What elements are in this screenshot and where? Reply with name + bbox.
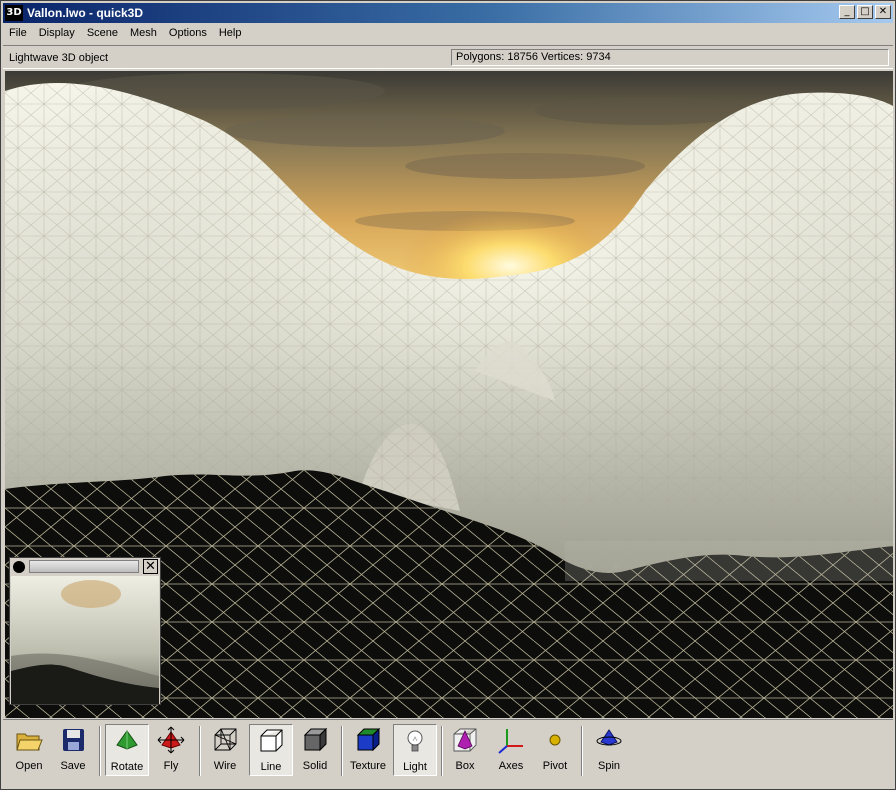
pivot-label: Pivot [542, 760, 568, 772]
object-type-label: Lightwave 3D object [9, 52, 109, 64]
mist-band [565, 541, 893, 581]
spin-button[interactable]: Spin [589, 724, 629, 776]
save-button[interactable]: Save [53, 724, 93, 776]
overview-close-icon: ✕ [145, 559, 156, 574]
light-label: Light [403, 761, 427, 773]
app-window: 3D Vallon.lwo - quick3D _ □ ✕ File Displ… [0, 0, 896, 790]
texture-cube-icon [354, 726, 382, 754]
axes-label: Axes [498, 760, 524, 772]
mesh-stats-text: Polygons: 18756 Vertices: 9734 [456, 51, 611, 63]
3d-viewport[interactable]: ✕ [5, 71, 893, 718]
box-button[interactable]: Box [445, 724, 485, 776]
fly-arrows-icon [157, 726, 185, 754]
title-bar[interactable]: 3D Vallon.lwo - quick3D _ □ ✕ [3, 3, 893, 23]
menu-help[interactable]: Help [213, 27, 248, 39]
light-bulb-icon [401, 727, 429, 755]
menu-mesh[interactable]: Mesh [124, 27, 163, 39]
maximize-button[interactable]: □ [857, 5, 873, 19]
open-button[interactable]: Open [9, 724, 49, 776]
toolbar-separator [581, 726, 583, 776]
bounding-box-icon [451, 726, 479, 754]
overview-titlebar[interactable]: ✕ [10, 558, 160, 575]
minimize-icon: _ [844, 6, 850, 17]
overview-close-button[interactable]: ✕ [143, 559, 158, 574]
menu-file[interactable]: File [3, 27, 33, 39]
fly-label: Fly [163, 760, 179, 772]
minimize-button[interactable]: _ [839, 5, 855, 19]
rotate-arrows-icon [113, 727, 141, 755]
menu-display[interactable]: Display [33, 27, 81, 39]
line-cube-icon [257, 727, 285, 755]
window-controls: _ □ ✕ [837, 5, 891, 19]
texture-button[interactable]: Texture [345, 724, 391, 776]
folder-open-icon [15, 726, 43, 754]
app-logo-icon: 3D [5, 5, 23, 21]
pivot-point-icon [541, 726, 569, 754]
solid-button[interactable]: Solid [295, 724, 335, 776]
mesh-stats-panel: Polygons: 18756 Vertices: 9734 [451, 49, 889, 66]
menu-scene[interactable]: Scene [81, 27, 124, 39]
open-label: Open [15, 760, 43, 772]
solid-cube-icon [301, 726, 329, 754]
line-button[interactable]: Line [249, 724, 293, 776]
overview-slider[interactable] [29, 560, 139, 573]
fly-button[interactable]: Fly [151, 724, 191, 776]
main-toolbar: Open Save Rotate Fly Wire Line Solid Tex… [3, 719, 893, 787]
wire-label: Wire [213, 760, 237, 772]
spin-icon [595, 726, 623, 754]
close-button[interactable]: ✕ [875, 5, 891, 19]
solid-label: Solid [302, 760, 328, 772]
save-label: Save [60, 760, 86, 772]
menu-bar: File Display Scene Mesh Options Help [3, 24, 893, 42]
toolbar-separator [99, 726, 101, 776]
light-button[interactable]: Light [393, 724, 437, 776]
close-icon: ✕ [878, 6, 888, 17]
overview-render [11, 576, 159, 704]
wireframe-cube-icon [211, 726, 239, 754]
texture-label: Texture [349, 760, 387, 772]
toolbar-separator [341, 726, 343, 776]
axes-button[interactable]: Axes [491, 724, 531, 776]
maximize-icon: □ [860, 6, 870, 17]
box-label: Box [455, 760, 475, 772]
window-title: Vallon.lwo - quick3D [27, 6, 144, 20]
floppy-disk-icon [59, 726, 87, 754]
rotate-button[interactable]: Rotate [105, 724, 149, 776]
overview-window[interactable]: ✕ [9, 557, 161, 705]
axes-icon [497, 726, 525, 754]
toolbar-separator [441, 726, 443, 776]
rotate-label: Rotate [110, 761, 144, 773]
overview-pin-icon[interactable] [13, 560, 25, 573]
pivot-button[interactable]: Pivot [535, 724, 575, 776]
toolbar-separator [199, 726, 201, 776]
line-label: Line [260, 761, 282, 773]
overview-view [11, 576, 159, 704]
info-bar: Lightwave 3D object Polygons: 18756 Vert… [3, 45, 893, 69]
wire-button[interactable]: Wire [205, 724, 245, 776]
menu-options[interactable]: Options [163, 27, 213, 39]
spin-label: Spin [597, 760, 621, 772]
